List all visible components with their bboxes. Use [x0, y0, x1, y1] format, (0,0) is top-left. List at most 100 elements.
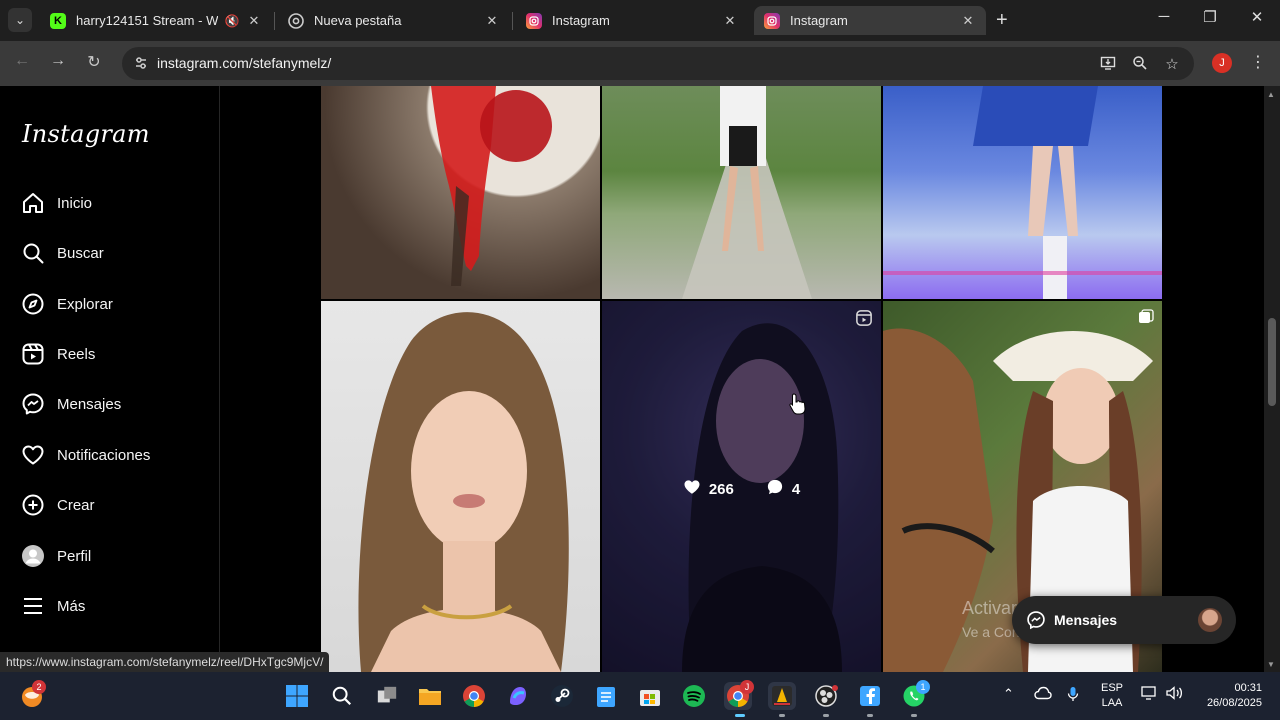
site-info-icon[interactable]: [132, 55, 150, 73]
tab-kick-stream[interactable]: K harry124151 Stream - Watch 🔇 ✕: [40, 6, 272, 35]
messages-floating-button[interactable]: Mensajes: [1012, 596, 1236, 644]
sidebar-item-explorar[interactable]: Explorar: [20, 288, 113, 320]
copilot-icon[interactable]: [504, 682, 532, 710]
input-language-indicator[interactable]: ESP LAA: [1100, 681, 1124, 711]
search-icon: [20, 240, 46, 266]
sidebar-item-buscar[interactable]: Buscar: [20, 237, 104, 269]
windows-taskbar: 2 J 1 ⌃ ESP LAA 00:31 26/08/2025: [0, 672, 1280, 720]
minimize-button[interactable]: ─: [1141, 8, 1187, 25]
post-thumbnail[interactable]: [321, 86, 600, 299]
back-button[interactable]: ←: [10, 52, 34, 70]
facebook-app-icon[interactable]: [856, 682, 884, 710]
chrome-icon[interactable]: [460, 682, 488, 710]
muted-speaker-icon[interactable]: 🔇: [224, 14, 240, 28]
bookmark-star-icon[interactable]: ☆: [1162, 55, 1182, 73]
url-text: instagram.com/stefanymelz/: [157, 55, 332, 71]
microphone-icon[interactable]: [1067, 686, 1079, 705]
sidebar-item-mensajes[interactable]: Mensajes: [20, 388, 121, 420]
close-window-button[interactable]: ✕: [1234, 8, 1280, 26]
sidebar-item-label: Crear: [57, 496, 95, 514]
new-tab-button[interactable]: +: [996, 10, 1008, 30]
instagram-icon: [764, 12, 780, 29]
post-thumbnail-hovered[interactable]: 266 4: [602, 301, 881, 672]
heart-icon: [20, 442, 46, 468]
sidebar-item-label: Reels: [57, 345, 96, 363]
close-tab-icon[interactable]: ✕: [484, 13, 500, 29]
messenger-icon: [20, 391, 46, 417]
reload-button[interactable]: ↻: [82, 52, 106, 72]
file-explorer-icon[interactable]: [416, 682, 444, 710]
sidebar-item-mas[interactable]: Más: [20, 590, 85, 622]
scroll-up-arrow-icon[interactable]: ▲: [1267, 90, 1275, 99]
spotify-icon[interactable]: [680, 682, 708, 710]
install-app-icon[interactable]: [1098, 55, 1118, 75]
close-tab-icon[interactable]: ✕: [246, 13, 262, 29]
sidebar-item-label: Más: [57, 597, 86, 615]
system-clock[interactable]: 00:31 26/08/2025: [1196, 681, 1262, 711]
obs-icon[interactable]: [812, 682, 840, 710]
post-thumbnail[interactable]: [602, 86, 881, 299]
tab-instagram[interactable]: Instagram ✕: [516, 6, 748, 35]
comments-stat: 4: [766, 478, 800, 500]
close-tab-icon[interactable]: ✕: [722, 13, 738, 29]
steam-icon[interactable]: [548, 682, 576, 710]
page-scrollbar[interactable]: ▲ ▼: [1264, 86, 1280, 672]
tab-divider: [274, 12, 275, 30]
sidebar-item-inicio[interactable]: Inicio: [20, 187, 92, 219]
sidebar-item-label: Buscar: [57, 244, 104, 262]
address-bar[interactable]: instagram.com/stefanymelz/ ☆: [122, 47, 1194, 80]
comment-bubble-icon: [766, 478, 784, 500]
notification-badge: 1: [916, 680, 930, 694]
microsoft-store-icon[interactable]: [636, 682, 664, 710]
running-app-indicator: [779, 714, 785, 717]
chrome-menu-icon[interactable]: ⋮: [1250, 52, 1266, 72]
scroll-thumb[interactable]: [1268, 318, 1276, 406]
close-tab-icon[interactable]: ✕: [960, 13, 976, 29]
network-icon[interactable]: [1141, 686, 1157, 703]
messenger-icon: [1026, 610, 1046, 630]
cloud-sync-icon[interactable]: [1034, 686, 1052, 703]
restore-button[interactable]: ❐: [1187, 8, 1233, 26]
volume-icon[interactable]: [1166, 686, 1184, 703]
instagram-icon: [526, 12, 542, 29]
tab-instagram-active[interactable]: Instagram ✕: [754, 6, 986, 35]
clock-date: 26/08/2025: [1206, 697, 1262, 709]
zoom-icon[interactable]: [1130, 55, 1150, 75]
profile-avatar[interactable]: J: [1212, 53, 1232, 73]
forward-button[interactable]: →: [46, 52, 70, 70]
profile-badge: J: [740, 680, 754, 694]
reel-icon: [855, 309, 873, 327]
windows-start-icon[interactable]: [283, 682, 311, 710]
notepad-icon[interactable]: [592, 682, 620, 710]
sidebar-item-label: Inicio: [57, 194, 93, 212]
likes-count: 266: [708, 480, 734, 498]
instagram-logo[interactable]: Instagram: [22, 120, 150, 148]
obs-studio-icon[interactable]: [768, 682, 796, 710]
post-thumbnail[interactable]: [883, 86, 1162, 299]
tab-title: harry124151 Stream - Watch: [76, 13, 218, 28]
tab-search-button[interactable]: ⌄: [8, 8, 32, 32]
hand-cursor-icon: [789, 393, 807, 420]
keyboard-layout: LAA: [1101, 697, 1123, 709]
post-thumbnail[interactable]: [321, 301, 600, 672]
running-app-indicator: [911, 714, 917, 717]
task-view-icon[interactable]: [373, 682, 401, 710]
scroll-down-arrow-icon[interactable]: ▼: [1267, 660, 1275, 669]
sidebar-item-crear[interactable]: Crear: [20, 489, 95, 521]
search-icon[interactable]: [328, 682, 356, 710]
sidebar-item-reels[interactable]: Reels: [20, 338, 95, 370]
post-stats: 266 4: [602, 478, 881, 500]
tab-new-tab[interactable]: Nueva pestaña ✕: [278, 6, 510, 35]
notification-badge: 2: [32, 680, 46, 694]
sidebar-item-perfil[interactable]: Perfil: [20, 540, 91, 572]
active-app-indicator: [735, 714, 745, 717]
tab-divider: [512, 12, 513, 30]
language-code: ESP: [1100, 682, 1123, 694]
messages-label: Mensajes: [1054, 612, 1118, 628]
chrome-icon: [288, 12, 304, 29]
sidebar-item-notificaciones[interactable]: Notificaciones: [20, 439, 150, 471]
running-app-indicator: [867, 714, 873, 717]
avatar-icon: [20, 543, 46, 569]
show-hidden-icons-chevron-icon[interactable]: ⌃: [1003, 686, 1014, 702]
multi-photo-icon: [1138, 309, 1154, 325]
